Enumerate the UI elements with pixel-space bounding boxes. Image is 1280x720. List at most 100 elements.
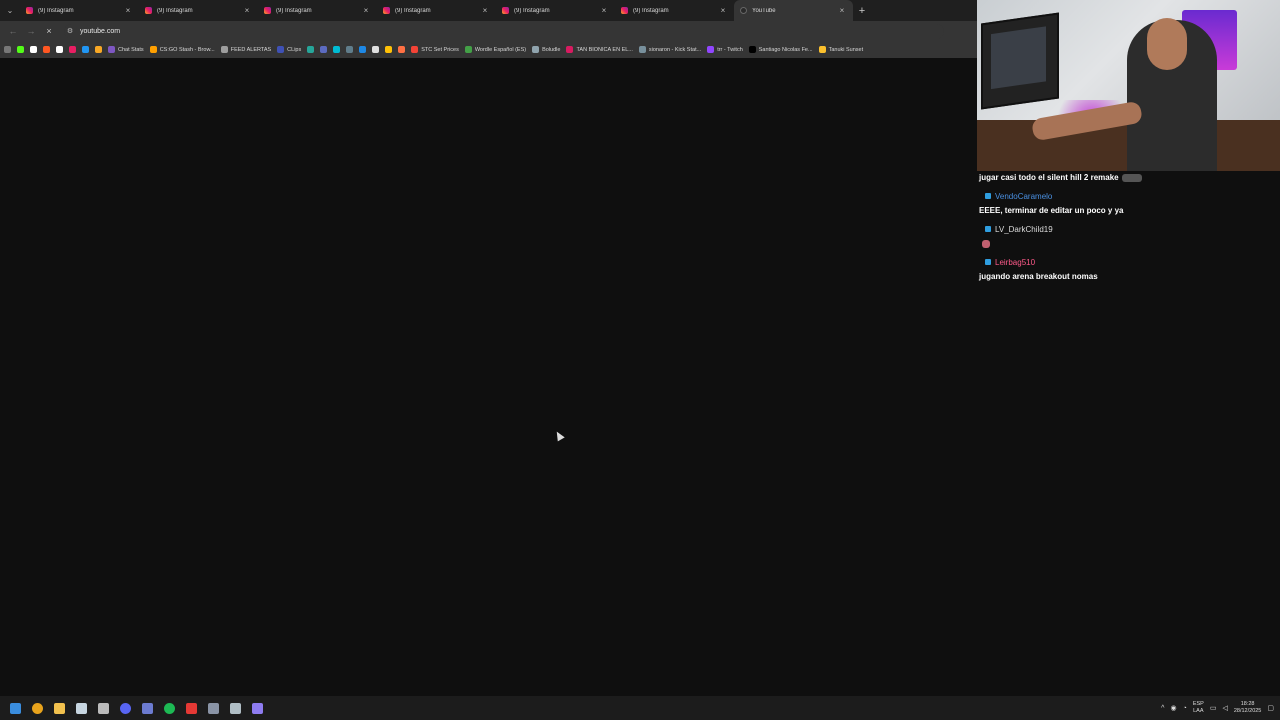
app-icon[interactable]	[136, 696, 158, 720]
webcam-monitor	[981, 12, 1059, 110]
notifications-icon[interactable]: ▢	[1267, 704, 1274, 712]
chat-username-row: VendoCaramelo	[977, 188, 1280, 204]
spotify-icon[interactable]	[158, 696, 180, 720]
bookmark-favicon-icon	[307, 46, 315, 53]
tab-close-button[interactable]: ×	[599, 6, 609, 15]
volume-icon[interactable]: ◁	[1222, 704, 1227, 712]
bookmark-item[interactable]	[82, 46, 89, 53]
bookmark-favicon-icon	[464, 46, 472, 53]
bookmark-item[interactable]	[69, 46, 76, 53]
app-icon-3[interactable]	[202, 696, 224, 720]
chat-username: VendoCaramelo	[995, 191, 1053, 201]
browser-tab[interactable]: (9) Instagram ×	[258, 0, 377, 21]
discord-icon[interactable]	[114, 696, 136, 720]
language-indicator[interactable]: ESP LAA	[1193, 701, 1204, 715]
bookmark-item[interactable]	[398, 46, 406, 53]
bookmark-favicon-icon	[17, 46, 24, 53]
bookmark-item[interactable]: Wordle Español (ES)	[464, 46, 526, 53]
emote-icon	[982, 239, 990, 248]
browser-tab[interactable]: (9) Instagram ×	[377, 0, 496, 21]
tab-close-button[interactable]: ×	[837, 6, 847, 15]
bookmark-favicon-icon	[277, 46, 285, 53]
browser-tab[interactable]: (9) Instagram ×	[496, 0, 615, 21]
bookmark-item[interactable]: TAN BIONICA EN EL...	[566, 46, 633, 53]
browser-tab[interactable]: (9) Instagram ×	[615, 0, 734, 21]
bookmark-favicon-icon	[566, 46, 574, 53]
app-icon-5-glyph	[251, 702, 263, 714]
bookmark-item[interactable]: Chat Stats	[108, 46, 144, 53]
bookmark-item[interactable]: CS:GO Stash - Brow...	[149, 46, 215, 53]
bookmark-item[interactable]	[320, 46, 328, 53]
browser-tab[interactable]: YouTube ×	[734, 0, 853, 21]
tab-close-button[interactable]: ×	[123, 6, 133, 15]
bookmark-favicon-icon	[333, 46, 341, 53]
chevron-up-icon[interactable]: ^	[1161, 705, 1164, 712]
start-icon[interactable]	[4, 696, 26, 720]
bookmark-item[interactable]: FEED ALERTAS	[220, 46, 271, 53]
bookmark-favicon-icon	[372, 46, 380, 53]
lang-top: ESP	[1192, 701, 1204, 707]
bookmark-item[interactable]: Tanuki Sunset	[818, 46, 863, 53]
bookmark-item[interactable]	[372, 46, 380, 53]
lang-bottom: LAA	[1193, 708, 1204, 714]
stop-loading-button[interactable]: ×	[40, 22, 58, 40]
chevron-down-icon: ⌄	[6, 6, 14, 15]
tab-close-button[interactable]: ×	[361, 6, 371, 15]
chrome-icon[interactable]	[26, 696, 48, 720]
bookmark-item[interactable]	[17, 46, 24, 53]
app-icon-2[interactable]	[180, 696, 202, 720]
bookmark-favicon-icon	[82, 46, 89, 53]
network-icon[interactable]: ▭	[1210, 704, 1217, 712]
bookmark-item[interactable]: Santiago Nicolas Fe...	[748, 46, 813, 53]
browser-tab[interactable]: (9) Instagram ×	[139, 0, 258, 21]
tab-close-button[interactable]: ×	[242, 6, 252, 15]
discord-icon-glyph	[119, 702, 131, 714]
site-info-icon[interactable]: ⚙	[64, 27, 76, 35]
bookmark-item[interactable]: CLips	[277, 46, 301, 53]
tab-close-button[interactable]: ×	[718, 6, 728, 15]
back-button[interactable]: ←	[4, 22, 22, 40]
steam-tray-icon[interactable]: ◉	[1170, 704, 1176, 712]
bookmark-item[interactable]	[56, 46, 63, 53]
bookmark-item[interactable]: sionaron - Kick Stat...	[638, 46, 701, 53]
bookmark-item[interactable]	[95, 46, 102, 53]
steam-icon-glyph	[75, 702, 87, 714]
bookmark-item[interactable]	[307, 46, 315, 53]
forward-button[interactable]: →	[22, 22, 40, 40]
bookmark-item[interactable]	[30, 46, 37, 53]
instagram-icon	[383, 7, 390, 14]
tab-close-button[interactable]: ×	[480, 6, 490, 15]
browser-tab[interactable]: (9) Instagram ×	[20, 0, 139, 21]
browser-toolbar: ← → × ⚙ youtube.com	[0, 21, 977, 41]
bookmark-item[interactable]	[43, 46, 50, 53]
bookmark-favicon-icon	[220, 46, 228, 53]
bookmark-item[interactable]	[346, 46, 354, 53]
bookmark-item[interactable]	[333, 46, 341, 53]
address-bar[interactable]: ⚙ youtube.com	[64, 23, 944, 39]
bookmark-item[interactable]: STC Set Prices	[411, 46, 459, 53]
bookmark-item[interactable]	[359, 46, 367, 53]
app-icon-glyph	[141, 702, 153, 714]
apps-button[interactable]	[4, 46, 11, 53]
tab-title: (9) Instagram	[38, 7, 74, 14]
app-icon-5[interactable]	[246, 696, 268, 720]
tabs: (9) Instagram × (9) Instagram × (9) Instagra…	[20, 0, 853, 21]
new-tab-button[interactable]: +	[853, 5, 871, 17]
bookmark-item[interactable]: trr - Twitch	[707, 46, 743, 53]
obs-icon[interactable]	[92, 696, 114, 720]
bookmark-favicon-icon	[43, 46, 50, 53]
file-explorer-icon[interactable]	[48, 696, 70, 720]
arrow-left-icon: ←	[8, 26, 18, 36]
start-icon-glyph	[9, 702, 21, 714]
bookmark-item[interactable]	[385, 46, 393, 53]
emote-icon	[1121, 173, 1142, 182]
tab-search-button[interactable]: ⌄	[0, 0, 20, 21]
arrow-right-icon: →	[26, 26, 36, 36]
bookmark-favicon-icon	[411, 46, 419, 53]
steam-icon[interactable]	[70, 696, 92, 720]
bookmark-item[interactable]: Boludle	[532, 46, 560, 53]
microphone-icon[interactable]: ◔	[1183, 705, 1187, 712]
clock[interactable]: 18:28 28/12/2025	[1234, 701, 1262, 715]
app-icon-4[interactable]	[224, 696, 246, 720]
bookmark-favicon-icon	[56, 46, 63, 53]
